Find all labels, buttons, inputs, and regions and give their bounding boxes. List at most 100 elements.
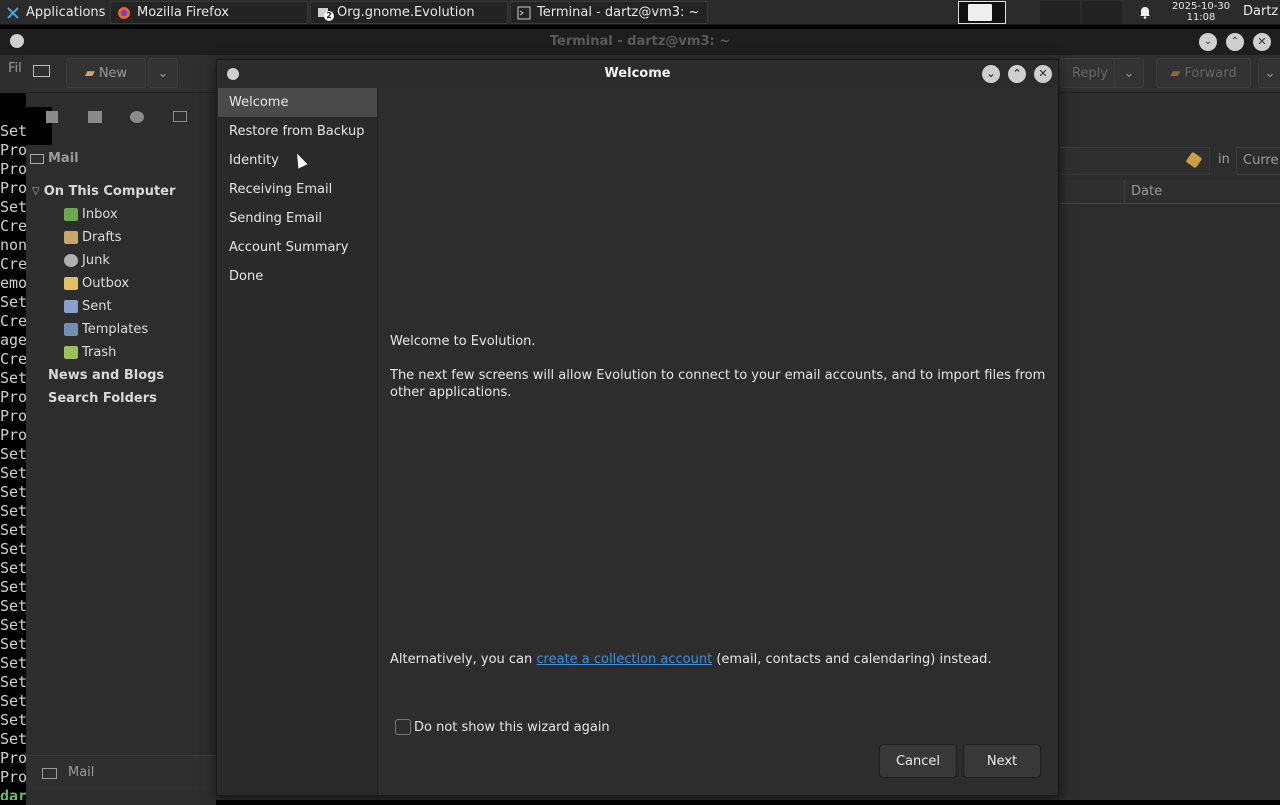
task-evolution[interactable]: 2 Org.gnome.Evolution <box>310 1 508 24</box>
evolution-secondary-toolbar <box>26 103 226 137</box>
nav-sending-email[interactable]: Sending Email <box>218 204 377 233</box>
new-icon: ▰ <box>84 65 95 81</box>
clock-date: 2025-10-30 <box>1171 1 1231 12</box>
evolution-icon: 2 <box>317 6 334 21</box>
forward-button[interactable]: ▰ Forward <box>1156 58 1251 88</box>
menubar-fragment: Fil <box>0 55 26 93</box>
folder-label: Sent <box>82 299 112 314</box>
terminal-maximize-icon[interactable]: ⌃ <box>1226 33 1244 51</box>
reply-dropdown-button[interactable]: ⌄ <box>1114 58 1144 88</box>
terminal-icon <box>517 6 531 20</box>
task-count-badge: 2 <box>324 10 334 21</box>
wizard-nav: Welcome Restore from Backup Identity Rec… <box>217 88 378 795</box>
workspace-slot[interactable] <box>1082 1 1122 24</box>
chevron-down-icon: ⌄ <box>1264 65 1276 81</box>
nav-welcome[interactable]: Welcome <box>218 88 377 117</box>
nav-receiving-email[interactable]: Receiving Email <box>218 175 377 204</box>
maximize-icon[interactable]: ⌃ <box>1008 65 1026 83</box>
workspace-switcher[interactable] <box>958 1 1006 24</box>
mail-icon <box>33 65 50 77</box>
task-label: Org.gnome.Evolution <box>337 5 475 20</box>
section-news-and-blogs[interactable]: News and Blogs <box>48 368 164 383</box>
cancel-button[interactable]: Cancel <box>879 744 957 778</box>
account-label: On This Computer <box>43 184 176 199</box>
switcher-mail-button[interactable]: Mail <box>26 755 216 789</box>
terminal-menu-icon[interactable] <box>10 34 24 48</box>
search-scope-select[interactable]: Curre <box>1236 147 1280 175</box>
notification-bell-icon[interactable] <box>1138 5 1152 19</box>
folder-outbox[interactable]: Outbox <box>64 276 129 291</box>
account-on-this-computer[interactable]: ▽ On This Computer <box>32 184 175 199</box>
section-search-folders[interactable]: Search Folders <box>48 391 157 406</box>
outbox-icon <box>64 277 78 290</box>
alternative-suffix: (email, contacts and calendaring) instea… <box>712 652 992 667</box>
do-not-show-label[interactable]: Do not show this wizard again <box>414 719 610 736</box>
task-terminal[interactable]: Terminal - dartz@vm3: ~ <box>510 1 708 24</box>
reply-label: Reply <box>1071 65 1108 81</box>
forward-label: Forward <box>1184 65 1237 81</box>
new-dropdown-button[interactable]: ⌄ <box>148 58 178 88</box>
do-not-show-checkbox[interactable] <box>395 719 411 735</box>
user-menu[interactable]: Dartz <box>1243 4 1278 19</box>
nav-account-summary[interactable]: Account Summary <box>218 233 377 262</box>
terminal-minimize-icon[interactable]: ⌄ <box>1199 33 1217 51</box>
junk-icon <box>64 254 78 267</box>
file-menu[interactable]: Fil <box>8 61 22 76</box>
close-icon[interactable]: ✕ <box>1034 65 1052 83</box>
new-button[interactable]: ▰ New <box>66 58 146 88</box>
folder-label: Junk <box>82 253 110 268</box>
next-button[interactable]: Next <box>963 744 1041 778</box>
folder-label: Outbox <box>82 276 130 291</box>
welcome-heading: Welcome to Evolution. <box>390 334 536 349</box>
nav-restore-from-backup[interactable]: Restore from Backup <box>218 117 377 146</box>
search-in-label: in <box>1218 152 1230 167</box>
workspace-slot[interactable] <box>1040 1 1080 24</box>
welcome-body: The next few screens will allow Evolutio… <box>390 368 1046 400</box>
taskbar: Applications Mozilla Firefox 2 Org.gnome… <box>0 0 1280 25</box>
clock[interactable]: 2025-10-30 11:08 <box>1166 1 1236 24</box>
folder-trash[interactable]: Trash <box>64 345 116 360</box>
dialog-title: Welcome <box>604 66 671 81</box>
alternative-text: Alternatively, you can create a collecti… <box>390 651 1052 668</box>
folder-templates[interactable]: Templates <box>64 322 148 337</box>
mail-icon <box>42 768 57 779</box>
applications-menu[interactable]: Applications <box>0 1 108 24</box>
date-column-header[interactable]: Date <box>1131 184 1162 199</box>
dialog-titlebar: Welcome ⌄ ⌃ ✕ <box>217 60 1058 88</box>
minimize-icon[interactable]: ⌄ <box>982 65 1000 83</box>
reply-button[interactable]: Reply <box>1060 58 1120 88</box>
applications-label: Applications <box>26 5 106 20</box>
print-icon[interactable] <box>46 111 58 123</box>
folder-junk[interactable]: Junk <box>64 253 110 268</box>
mark-read-icon[interactable] <box>173 111 187 122</box>
task-firefox[interactable]: Mozilla Firefox <box>110 1 308 24</box>
forward-dropdown-button[interactable]: ⌄ <box>1258 58 1280 88</box>
forward-icon: ▰ <box>1170 65 1181 81</box>
alternative-prefix: Alternatively, you can <box>390 652 537 667</box>
workspace-thumb-icon <box>968 4 992 21</box>
switcher-label: Mail <box>68 765 95 780</box>
welcome-dialog: Welcome ⌄ ⌃ ✕ Welcome Restore from Backu… <box>216 59 1059 796</box>
collection-account-link[interactable]: create a collection account <box>536 652 712 667</box>
folder-label: Drafts <box>82 230 122 245</box>
trash-icon <box>64 346 78 359</box>
wizard-content: Welcome to Evolution. The next few scree… <box>379 88 1058 795</box>
expander-icon: ▽ <box>32 186 40 197</box>
folder-label: Templates <box>82 322 149 337</box>
task-label: Terminal - dartz@vm3: ~ <box>537 5 700 20</box>
junk-icon[interactable] <box>130 111 144 123</box>
nav-done[interactable]: Done <box>218 262 377 291</box>
terminal-titlebar: Terminal - dartz@vm3: ~ <box>0 29 1280 55</box>
sidebar-mail-header: Mail <box>30 151 79 166</box>
chevron-down-icon: ⌄ <box>1123 65 1135 81</box>
templates-icon <box>64 323 78 336</box>
terminal-close-icon[interactable]: ✕ <box>1253 33 1271 51</box>
archive-icon[interactable] <box>88 111 102 123</box>
clock-time: 11:08 <box>1186 12 1216 23</box>
folder-sent[interactable]: Sent <box>64 299 112 314</box>
applications-icon <box>6 6 20 20</box>
folder-label: Trash <box>82 345 117 360</box>
folder-drafts[interactable]: Drafts <box>64 230 122 245</box>
inbox-icon <box>64 208 78 221</box>
folder-inbox[interactable]: Inbox <box>64 207 118 222</box>
